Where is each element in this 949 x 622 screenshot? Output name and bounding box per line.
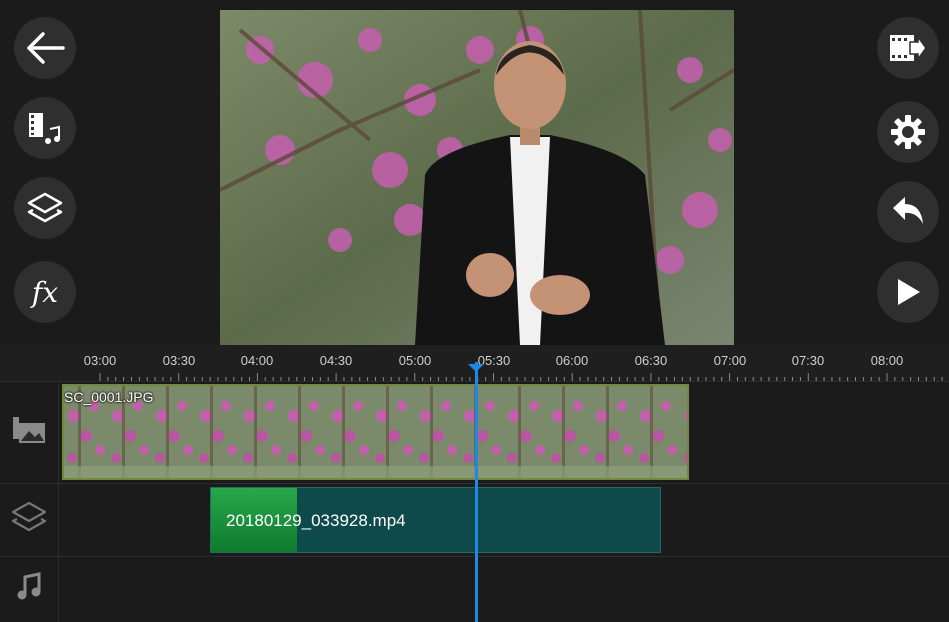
image-track-icon — [11, 415, 47, 450]
effects-button[interactable]: fx — [14, 261, 76, 323]
ruler-tick-label: 06:00 — [555, 353, 589, 368]
play-button[interactable] — [877, 261, 939, 323]
video-clip[interactable]: 20180129_033928.mp4 — [210, 487, 661, 553]
settings-button[interactable] — [877, 101, 939, 163]
track-header-divider — [58, 381, 59, 622]
play-icon — [893, 276, 923, 308]
overlay-track-header — [0, 483, 58, 556]
export-button[interactable] — [877, 17, 939, 79]
video-clip-label: 20180129_033928.mp4 — [226, 511, 406, 530]
playhead[interactable] — [475, 362, 478, 622]
ruler-tick-label: 03:30 — [162, 353, 196, 368]
arrow-left-icon — [25, 30, 65, 66]
ruler-tick-label: 03:00 — [83, 353, 117, 368]
audio-track-header — [0, 556, 58, 622]
ruler-tick-label: 07:30 — [791, 353, 825, 368]
ruler-tick-label: 04:30 — [319, 353, 353, 368]
photo-track-header — [0, 381, 58, 483]
media-library-icon — [26, 109, 64, 147]
ruler-tick-label: 04:00 — [240, 353, 274, 368]
layers-track-icon — [9, 499, 49, 540]
gear-icon — [889, 113, 927, 151]
photo-clip-label: SC_0001.JPG — [64, 389, 154, 405]
music-track-icon — [15, 571, 43, 607]
undo-button[interactable] — [877, 181, 939, 243]
undo-icon — [889, 194, 927, 230]
layers-button[interactable] — [14, 177, 76, 239]
ruler-tick-label: 08:00 — [870, 353, 904, 368]
ruler-tick-marks — [99, 373, 943, 381]
photo-clip[interactable]: SC_0001.JPG — [62, 384, 689, 480]
layers-icon — [25, 190, 65, 226]
preview-frame-image — [220, 10, 734, 345]
playhead-handle[interactable] — [468, 364, 484, 372]
ruler-tick-label: 05:00 — [398, 353, 432, 368]
video-preview[interactable] — [220, 10, 734, 345]
effects-label: fx — [31, 275, 59, 309]
ruler-tick-label: 07:00 — [713, 353, 747, 368]
export-video-icon — [888, 30, 928, 66]
photo-clip-thumbnails — [64, 386, 687, 478]
ruler-tick-label: 06:30 — [634, 353, 668, 368]
back-button[interactable] — [14, 17, 76, 79]
video-editor-screen: fx 03:00 03:30 04:00 04:30 05:00 05:30 0… — [0, 0, 949, 622]
media-library-button[interactable] — [14, 97, 76, 159]
